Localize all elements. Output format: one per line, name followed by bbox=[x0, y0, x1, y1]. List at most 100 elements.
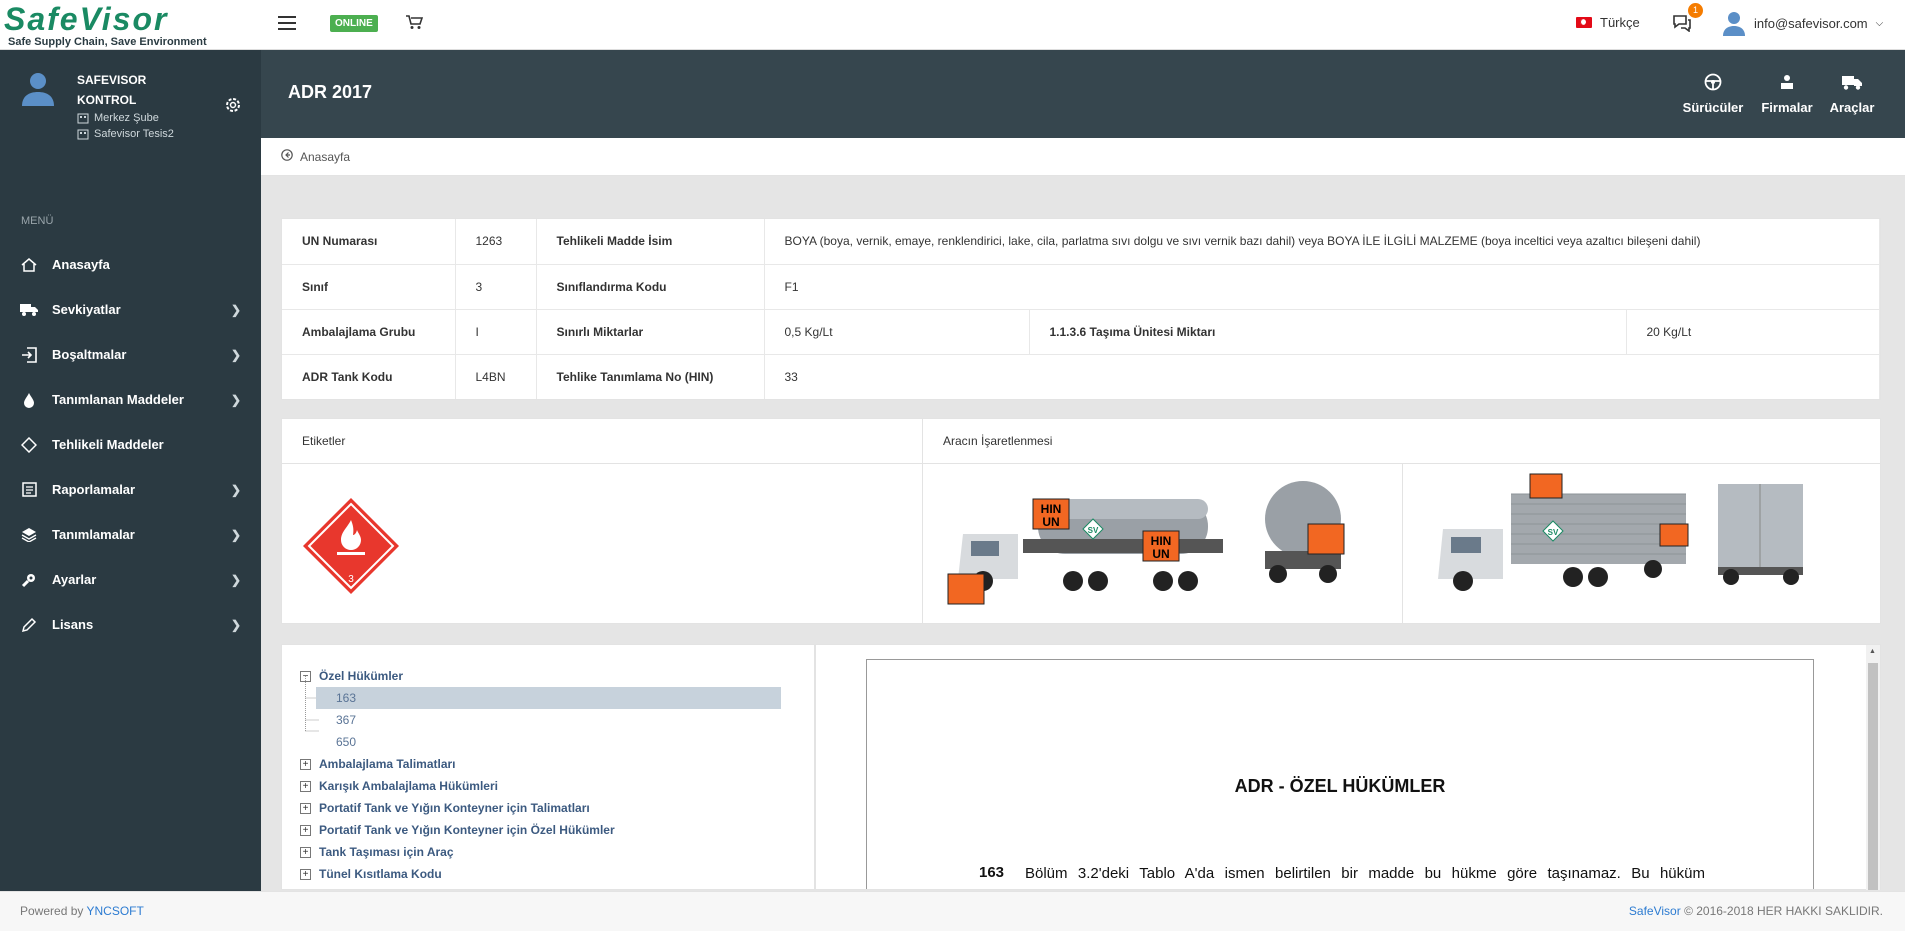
truck-icon bbox=[1826, 70, 1878, 94]
language-selector[interactable]: Türkçe bbox=[1576, 15, 1640, 30]
sidebar-item-reports[interactable]: Raporlamalar ❯ bbox=[0, 467, 261, 512]
profile-facility-label: Safevisor Tesis2 bbox=[94, 128, 174, 140]
document-title: ADR - ÖZEL HÜKÜMLER bbox=[1234, 776, 1446, 796]
adr-tank-code-value: L4BN bbox=[455, 354, 537, 399]
tree-node-tunnel-code[interactable]: + Tünel Kısıtlama Kodu bbox=[300, 863, 442, 885]
sv-logo-text: SV bbox=[1088, 526, 1099, 535]
sidebar-item-settings[interactable]: Ayarlar ❯ bbox=[0, 557, 261, 602]
transport-unit-quantity-value: 20 Kg/Lt bbox=[1626, 309, 1880, 355]
report-icon bbox=[20, 481, 38, 499]
breadcrumb-home-link[interactable]: Anasayfa bbox=[300, 150, 350, 164]
expand-icon[interactable]: + bbox=[300, 758, 311, 770]
tree-node-tank-vehicle[interactable]: + Tank Taşıması için Araç bbox=[300, 841, 454, 863]
vehicles-button[interactable]: Araçlar bbox=[1826, 70, 1878, 115]
tree-node-label: Portatif Tank ve Yığın Konteyner için Ta… bbox=[319, 801, 590, 815]
tanker-truck-illustration: HIN UN HIN UN SV bbox=[947, 481, 1345, 605]
provisions-tree-panel: − Özel Hükümler 163 367 650 + Ambalajlam… bbox=[281, 644, 815, 890]
sidebar: SAFEVISOR KONTROL Merkez Şube Safevisor … bbox=[0, 50, 261, 891]
profile-branch: Merkez Şube bbox=[77, 112, 159, 124]
yncsoft-link[interactable]: YNCSOFT bbox=[87, 904, 144, 918]
back-arrow-icon[interactable] bbox=[281, 149, 293, 164]
vehicles-label: Araçlar bbox=[1829, 100, 1875, 115]
tree-node-label: Ambalajlama Talimatları bbox=[319, 757, 456, 771]
labels-marking-panel: Etiketler Aracın İşaretlenmesi 3 HIN UN … bbox=[281, 418, 1881, 624]
sv-logo-text: SV bbox=[1548, 528, 1559, 537]
tree-node-packing-instructions[interactable]: + Ambalajlama Talimatları bbox=[300, 753, 456, 775]
tree-node-portable-tank-instructions[interactable]: + Portatif Tank ve Yığın Konteyner için … bbox=[300, 797, 590, 819]
packing-group-label: Ambalajlama Grubu bbox=[282, 309, 456, 355]
footer-copyright: SafeVisor © 2016-2018 HER HAKKI SAKLIDIR… bbox=[1629, 904, 1883, 918]
sidebar-item-label: Tanımlanan Maddeler bbox=[52, 392, 184, 407]
document-viewer[interactable]: ADR - ÖZEL HÜKÜMLER 163 Bölüm 3.2'deki T… bbox=[815, 644, 1881, 890]
firms-button[interactable]: Firmalar bbox=[1758, 70, 1816, 115]
document-scrollbar[interactable]: ▲ bbox=[1866, 645, 1880, 890]
un-number-label: UN Numarası bbox=[282, 219, 456, 265]
classification-code-label: Sınıflandırma Kodu bbox=[536, 264, 765, 310]
chevron-right-icon: ❯ bbox=[231, 572, 242, 587]
labels-body: 3 bbox=[282, 464, 923, 624]
online-status-badge: ONLINE bbox=[330, 15, 378, 32]
drivers-label: Sürücüler bbox=[1682, 100, 1744, 115]
un-panel-text: UN bbox=[1042, 515, 1059, 529]
profile-avatar bbox=[20, 70, 60, 110]
brand-logo[interactable]: SafeVisor Safe Supply Chain, Save Enviro… bbox=[4, 2, 260, 48]
tree-leaf-label: 163 bbox=[336, 691, 357, 705]
cart-icon[interactable] bbox=[403, 14, 425, 34]
profile-name-line1: SAFEVISOR bbox=[77, 73, 147, 87]
sidebar-item-defined-substances[interactable]: Tanımlanan Maddeler ❯ bbox=[0, 377, 261, 422]
tree-node-label: Tank Taşıması için Araç bbox=[319, 845, 454, 859]
tree-leaf-label: 367 bbox=[336, 713, 357, 727]
sidebar-item-shipments[interactable]: Sevkiyatlar ❯ bbox=[0, 287, 261, 332]
profile-card: SAFEVISOR KONTROL Merkez Şube Safevisor … bbox=[20, 70, 250, 150]
table-row: ADR Tank Kodu L4BN Tehlike Tanımlama No … bbox=[282, 354, 1880, 399]
footer: Powered by YNCSOFT SafeVisor © 2016-2018… bbox=[0, 891, 1905, 931]
sidebar-item-license[interactable]: Lisans ❯ bbox=[0, 602, 261, 647]
expand-icon[interactable]: + bbox=[300, 780, 311, 792]
building-icon bbox=[77, 129, 89, 139]
tree-node-mixed-packing[interactable]: + Karışık Ambalajlama Hükümleri bbox=[300, 775, 498, 797]
tree-leaf-650[interactable]: 650 bbox=[316, 731, 356, 753]
tree-leaf-163[interactable]: 163 bbox=[316, 687, 781, 709]
table-row: UN Numarası 1263 Tehlikeli Madde İsim BO… bbox=[282, 219, 1880, 265]
chevron-right-icon: ❯ bbox=[231, 482, 242, 497]
sidebar-item-label: Boşaltmalar bbox=[52, 347, 127, 362]
packing-group-value: I bbox=[455, 309, 537, 355]
limited-quantity-label: Sınırlı Miktarlar bbox=[536, 309, 765, 355]
chevron-right-icon: ❯ bbox=[231, 392, 242, 407]
substance-name-value: BOYA (boya, vernik, emaye, renklendirici… bbox=[764, 219, 1880, 265]
user-menu[interactable]: info@safevisor.com ⌵ bbox=[1722, 10, 1883, 36]
pencil-icon bbox=[20, 616, 38, 634]
drivers-button[interactable]: Sürücüler bbox=[1682, 70, 1744, 115]
expand-icon[interactable]: + bbox=[300, 846, 311, 858]
profile-settings-gear-icon[interactable] bbox=[224, 96, 242, 119]
sidebar-item-label: Anasayfa bbox=[52, 257, 110, 272]
safevisor-link[interactable]: SafeVisor bbox=[1629, 904, 1681, 918]
hamburger-menu-icon[interactable] bbox=[276, 14, 298, 34]
tree-node-portable-tank-provisions[interactable]: + Portatif Tank ve Yığın Konteyner için … bbox=[300, 819, 615, 841]
tree-node-label: Karışık Ambalajlama Hükümleri bbox=[319, 779, 498, 793]
messages-icon[interactable] bbox=[1672, 14, 1694, 34]
chevron-right-icon: ❯ bbox=[231, 347, 242, 362]
tree-leaf-367[interactable]: 367 bbox=[316, 709, 356, 731]
scrollbar-thumb[interactable] bbox=[1868, 663, 1878, 890]
vehicle-marking-header: Aracın İşaretlenmesi bbox=[923, 419, 1881, 464]
profile-facility: Safevisor Tesis2 bbox=[77, 128, 174, 140]
menu-heading: MENÜ bbox=[21, 215, 54, 227]
hin-panel-text: HIN bbox=[1041, 502, 1062, 516]
sidebar-item-unloading[interactable]: Boşaltmalar ❯ bbox=[0, 332, 261, 377]
expand-icon[interactable]: + bbox=[300, 824, 311, 836]
transport-unit-quantity-label: 1.1.3.6 Taşıma Ünitesi Miktarı bbox=[1029, 309, 1627, 355]
user-avatar-icon bbox=[1722, 10, 1746, 36]
sidebar-item-label: Tehlikeli Maddeler bbox=[52, 437, 164, 452]
layers-icon bbox=[20, 526, 38, 544]
container-truck-illustration: SV bbox=[1438, 473, 1803, 591]
sidebar-item-definitions[interactable]: Tanımlamalar ❯ bbox=[0, 512, 261, 557]
expand-icon[interactable]: + bbox=[300, 802, 311, 814]
sidebar-item-dangerous-goods[interactable]: Tehlikeli Maddeler bbox=[0, 422, 261, 467]
expand-icon[interactable]: + bbox=[300, 868, 311, 880]
scroll-up-arrow-icon[interactable]: ▲ bbox=[1869, 648, 1876, 655]
classification-code-value: F1 bbox=[764, 264, 1880, 310]
hin-value: 33 bbox=[764, 354, 1880, 399]
sidebar-item-home[interactable]: Anasayfa bbox=[0, 242, 261, 287]
top-bar: SafeVisor Safe Supply Chain, Save Enviro… bbox=[0, 0, 1905, 50]
